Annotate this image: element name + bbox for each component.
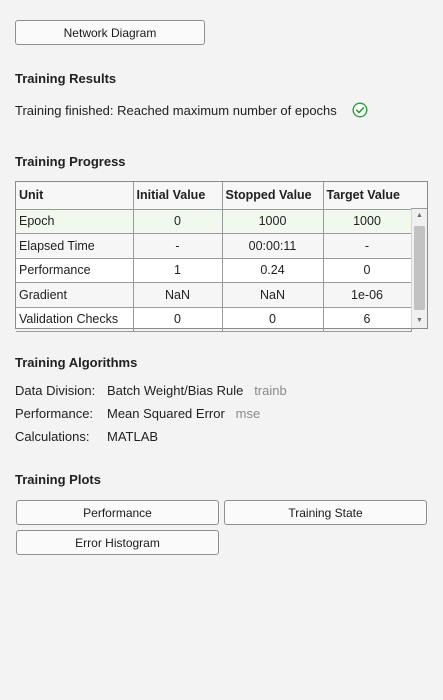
column-header-stopped-value[interactable]: Stopped Value	[222, 182, 324, 210]
table-cell: 00:00:11	[222, 233, 324, 259]
network-diagram-button[interactable]: Network Diagram	[15, 20, 205, 45]
table-cell: 6	[323, 307, 412, 332]
table-cell: 0	[133, 307, 223, 332]
table-cell: Validation Checks	[16, 307, 134, 332]
table-cell: Performance	[16, 258, 134, 283]
calculations-label: Calculations:	[15, 429, 90, 444]
training-results-heading: Training Results	[15, 71, 117, 86]
training-state-plot-button[interactable]: Training State	[224, 500, 427, 525]
table-header-row: Unit Initial Value Stopped Value Target …	[16, 182, 412, 210]
table-row[interactable]: Performance 1 0.24 0	[16, 258, 412, 283]
performance-value: Mean Squared Error mse	[107, 406, 260, 421]
table-cell: Epoch	[16, 209, 134, 234]
table-cell: Elapsed Time	[16, 233, 134, 259]
table-row[interactable]: Gradient NaN NaN 1e-06	[16, 282, 412, 308]
table-row[interactable]: Epoch 0 1000 1000	[16, 209, 412, 234]
column-header-unit[interactable]: Unit	[16, 182, 134, 210]
calculations-value: MATLAB	[107, 429, 159, 444]
vertical-scrollbar[interactable]: ▲ ▼	[411, 209, 427, 328]
training-algorithms-heading: Training Algorithms	[15, 355, 138, 370]
scroll-down-arrow-icon[interactable]: ▼	[412, 314, 427, 328]
scrollbar-thumb[interactable]	[414, 226, 425, 310]
performance-name: Mean Squared Error	[107, 406, 225, 421]
column-header-initial-value[interactable]: Initial Value	[133, 182, 223, 210]
training-progress-table[interactable]: Unit Initial Value Stopped Value Target …	[15, 181, 428, 332]
table-cell: 0.24	[222, 258, 324, 283]
performance-code: mse	[235, 406, 261, 421]
data-division-name: Batch Weight/Bias Rule	[107, 383, 244, 398]
table-cell: 1	[133, 258, 223, 283]
table-cell: 1000	[323, 209, 412, 234]
table-cell: -	[133, 233, 223, 259]
scroll-up-arrow-icon[interactable]: ▲	[412, 209, 427, 223]
performance-plot-button[interactable]: Performance	[16, 500, 219, 525]
error-histogram-plot-button[interactable]: Error Histogram	[16, 530, 219, 555]
table-cell: 0	[133, 209, 223, 234]
check-circle-icon	[352, 102, 368, 118]
table-cell: 1000	[222, 209, 324, 234]
table-cell: NaN	[222, 282, 324, 308]
table-row[interactable]: Elapsed Time - 00:00:11 -	[16, 233, 412, 259]
performance-label: Performance:	[15, 406, 94, 421]
data-division-code: trainb	[254, 383, 287, 398]
table-cell: NaN	[133, 282, 223, 308]
data-division-label: Data Division:	[15, 383, 96, 398]
table-row[interactable]: Validation Checks 0 0 6	[16, 307, 412, 332]
table-cell: Gradient	[16, 282, 134, 308]
column-header-target-value[interactable]: Target Value	[323, 182, 412, 210]
table-cell: -	[323, 233, 412, 259]
table-cell: 0	[323, 258, 412, 283]
header-filler	[411, 182, 427, 209]
table-cell: 0	[222, 307, 324, 332]
data-division-value: Batch Weight/Bias Rule trainb	[107, 383, 287, 398]
table-cell: 1e-06	[323, 282, 412, 308]
training-plots-heading: Training Plots	[15, 472, 101, 487]
training-status-text: Training finished: Reached maximum numbe…	[15, 103, 337, 118]
training-progress-heading: Training Progress	[15, 154, 126, 169]
